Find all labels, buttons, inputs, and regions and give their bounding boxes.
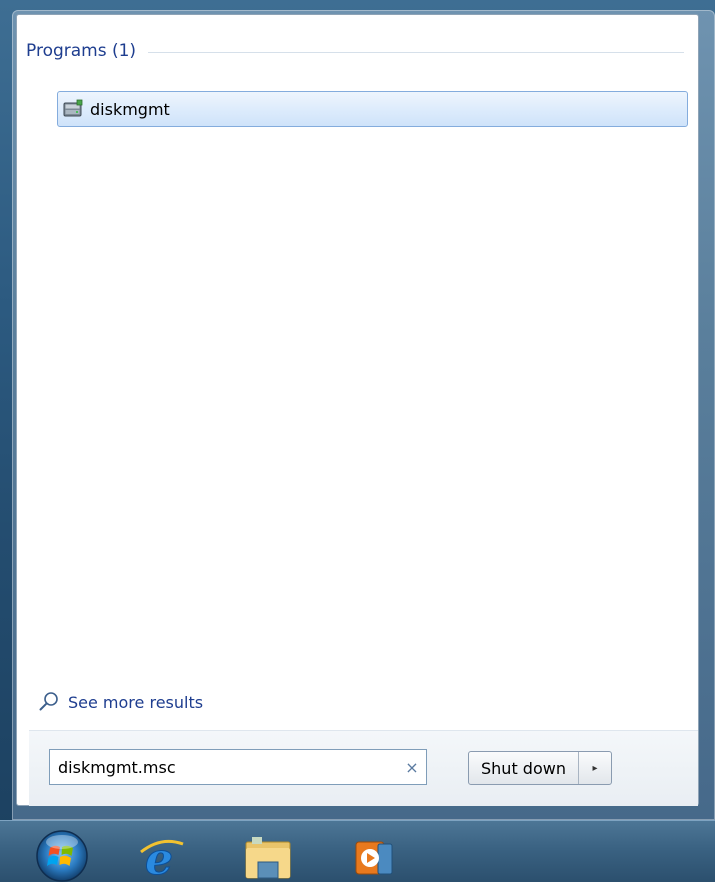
start-search-box[interactable]: × (49, 749, 427, 785)
shutdown-options-arrow-icon[interactable]: ▸ (579, 752, 611, 784)
windows-media-player-icon[interactable] (350, 834, 400, 882)
result-item-label: diskmgmt (90, 99, 170, 119)
search-input[interactable] (58, 757, 398, 777)
search-magnifier-icon (39, 692, 58, 711)
programs-section-header: Programs (1) (26, 38, 684, 64)
shut-down-button[interactable]: Shut down (469, 752, 579, 784)
section-title: Programs (1) (26, 41, 137, 61)
see-more-results-label: See more results (68, 692, 204, 712)
windows-start-orb[interactable] (27, 826, 97, 882)
internet-explorer-icon[interactable]: e (137, 834, 187, 882)
section-divider (148, 51, 684, 53)
result-item-diskmgmt[interactable]: diskmgmt (57, 91, 688, 127)
see-more-results-link[interactable]: See more results (38, 688, 203, 716)
windows-explorer-icon[interactable] (244, 834, 294, 882)
shutdown-button-group: Shut down ▸ (468, 751, 612, 785)
disk-management-icon (63, 99, 83, 117)
clear-search-icon[interactable]: × (398, 758, 426, 777)
